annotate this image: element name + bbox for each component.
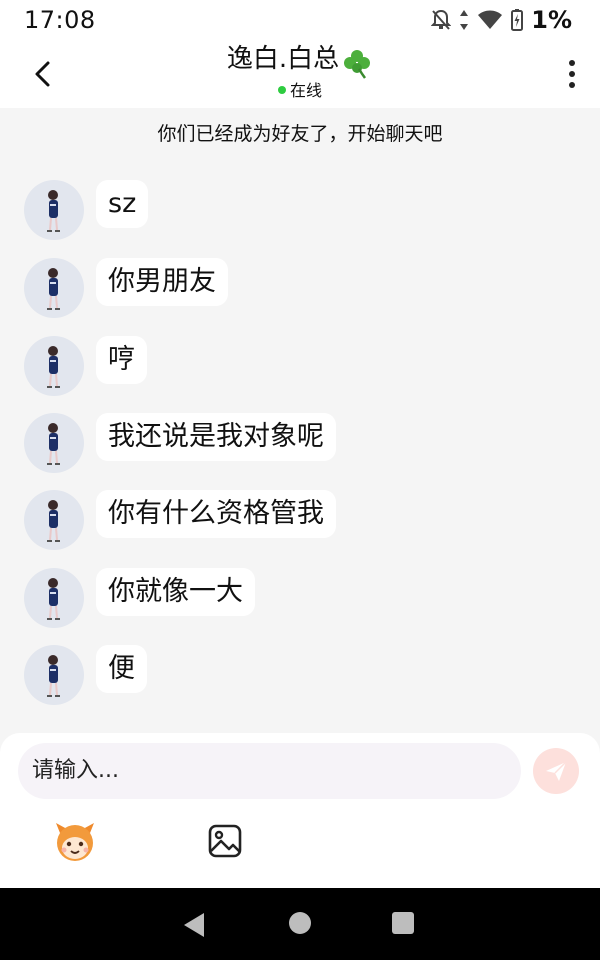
battery-percent: 1% <box>531 6 572 34</box>
chat-header: 逸白.白总 在线 <box>0 40 600 108</box>
data-arrows-icon <box>460 10 469 30</box>
emoji-face-icon <box>56 823 94 861</box>
battery-icon <box>511 9 524 31</box>
online-status: 在线 <box>0 80 600 102</box>
avatar[interactable] <box>24 258 84 318</box>
system-message: 你们已经成为好友了，开始聊天吧 <box>157 123 443 145</box>
status-time: 17:08 <box>24 6 96 34</box>
emoji-button[interactable] <box>52 821 98 863</box>
avatar[interactable] <box>24 336 84 396</box>
clover-icon <box>344 49 371 79</box>
message-bubble[interactable]: sz <box>96 180 149 228</box>
avatar-figure-icon <box>47 346 60 388</box>
avatar-figure-icon <box>47 268 60 310</box>
avatar-figure-icon <box>47 655 60 697</box>
nav-home-icon[interactable] <box>289 912 311 934</box>
avatar[interactable] <box>24 413 84 473</box>
avatar[interactable] <box>24 180 84 240</box>
image-button[interactable] <box>205 821 245 861</box>
message-bubble[interactable]: 你男朋友 <box>96 258 228 306</box>
avatar-figure-icon <box>47 190 60 232</box>
message-input[interactable]: 请输入... <box>18 743 521 799</box>
avatar[interactable] <box>24 490 84 550</box>
avatar[interactable] <box>24 568 84 628</box>
avatar-figure-icon <box>47 423 60 465</box>
message-bubble[interactable]: 你有什么资格管我 <box>96 490 336 538</box>
more-menu-icon[interactable] <box>566 56 578 92</box>
system-nav-bar <box>0 888 600 960</box>
avatar-figure-icon <box>47 578 60 620</box>
nav-recents-icon[interactable] <box>392 912 414 934</box>
message-bubble[interactable]: 哼 <box>96 336 147 384</box>
online-status-label: 在线 <box>289 81 322 100</box>
avatar[interactable] <box>24 645 84 705</box>
send-button[interactable] <box>533 748 579 794</box>
image-icon <box>208 824 242 858</box>
nav-back-icon[interactable] <box>182 912 206 938</box>
status-bar: 17:08 1% <box>0 0 600 40</box>
wifi-icon <box>478 10 503 29</box>
avatar-figure-icon <box>47 500 60 542</box>
composer-panel: 请输入... <box>0 733 600 888</box>
status-icons: 1% <box>431 6 572 34</box>
message-bubble[interactable]: 你就像一大 <box>96 568 255 616</box>
chat-title: 逸白.白总 <box>226 44 340 74</box>
online-dot <box>277 85 286 94</box>
message-bubble[interactable]: 便 <box>96 645 147 693</box>
title-wrap: 逸白.白总 <box>0 42 600 79</box>
send-icon <box>546 761 567 781</box>
message-bubble[interactable]: 我还说是我对象呢 <box>96 413 336 461</box>
chat-area[interactable]: 你们已经成为好友了，开始聊天吧 sz 你男朋友 哼 我还说是我对象呢 你有什么资… <box>0 108 600 733</box>
notifications-off-icon <box>431 9 452 30</box>
